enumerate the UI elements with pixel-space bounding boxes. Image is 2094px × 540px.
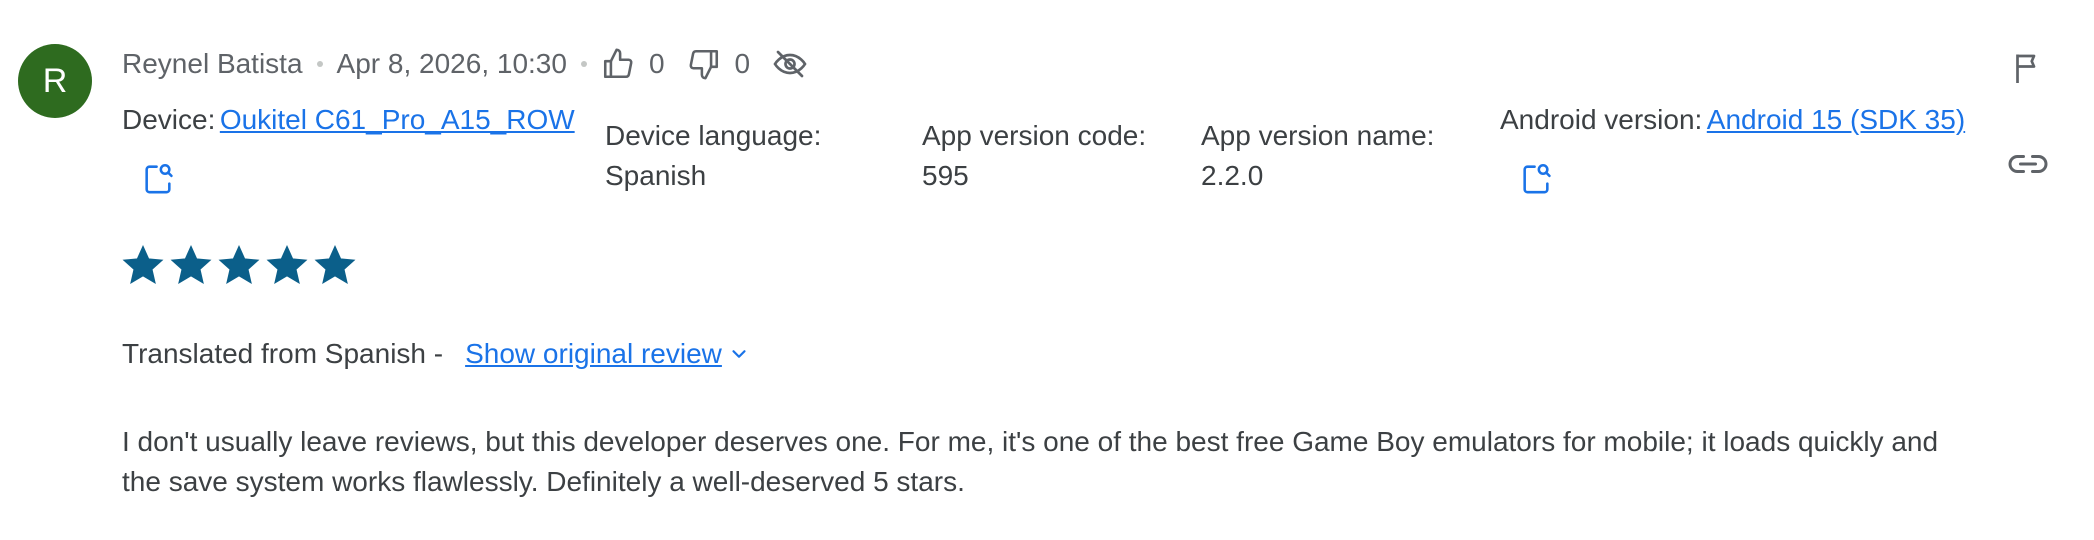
avatar-letter: R <box>42 61 68 100</box>
thumb-up-icon[interactable] <box>601 47 635 81</box>
show-original-review-link[interactable]: Show original review <box>465 334 722 374</box>
chevron-down-icon[interactable] <box>728 343 750 365</box>
device-label: Device: <box>122 104 216 135</box>
separator-dot <box>580 61 587 67</box>
reviewer-name: Reynel Batista <box>122 48 303 79</box>
star-icon <box>266 245 308 284</box>
app-version-code-label: App version code: <box>922 120 1147 151</box>
translation-row: Translated from Spanish - Show original … <box>122 334 750 374</box>
device-language-block: Device language: Spanish <box>605 116 845 196</box>
device-search-icon[interactable] <box>1516 158 1556 198</box>
device-language-value: Spanish <box>605 160 707 191</box>
star-icon <box>218 245 260 284</box>
app-version-name-label: App version name: <box>1201 120 1435 151</box>
translated-from-label: Translated from Spanish - <box>122 338 444 369</box>
device-block: Device: Oukitel C61_Pro_A15_ROW <box>122 100 575 140</box>
android-version-label: Android version: <box>1500 104 1703 135</box>
app-version-code-block: App version code: 595 <box>922 116 1182 196</box>
app-version-code-value: 595 <box>922 160 969 191</box>
device-language-label: Device language: <box>605 120 822 151</box>
flag-icon[interactable] <box>2008 48 2048 88</box>
review-meta-row: Reynel Batista Apr 8, 2026, 10:30 0 0 <box>122 44 808 84</box>
star-icon <box>122 245 164 284</box>
review-date: Apr 8, 2026, 10:30 <box>336 48 567 79</box>
thumb-down-icon[interactable] <box>687 47 721 81</box>
app-version-name-block: App version name: 2.2.0 <box>1201 116 1461 196</box>
device-link[interactable]: Oukitel C61_Pro_A15_ROW <box>220 104 575 135</box>
android-version-link[interactable]: Android 15 (SDK 35) <box>1707 104 1965 135</box>
upvote-count: 0 <box>648 48 665 79</box>
link-icon[interactable] <box>2006 144 2050 184</box>
eye-off-icon[interactable] <box>772 46 808 82</box>
review-text: I don't usually leave reviews, but this … <box>122 426 1939 497</box>
android-version-block: Android version: Android 15 (SDK 35) <box>1500 100 1965 140</box>
device-search-icon[interactable] <box>138 158 178 198</box>
downvote-count: 0 <box>734 48 751 79</box>
star-icon <box>314 245 356 284</box>
separator-dot <box>316 61 323 67</box>
star-rating <box>122 244 356 286</box>
avatar: R <box>18 44 92 118</box>
star-icon <box>170 245 212 284</box>
app-version-name-value: 2.2.0 <box>1201 160 1264 191</box>
